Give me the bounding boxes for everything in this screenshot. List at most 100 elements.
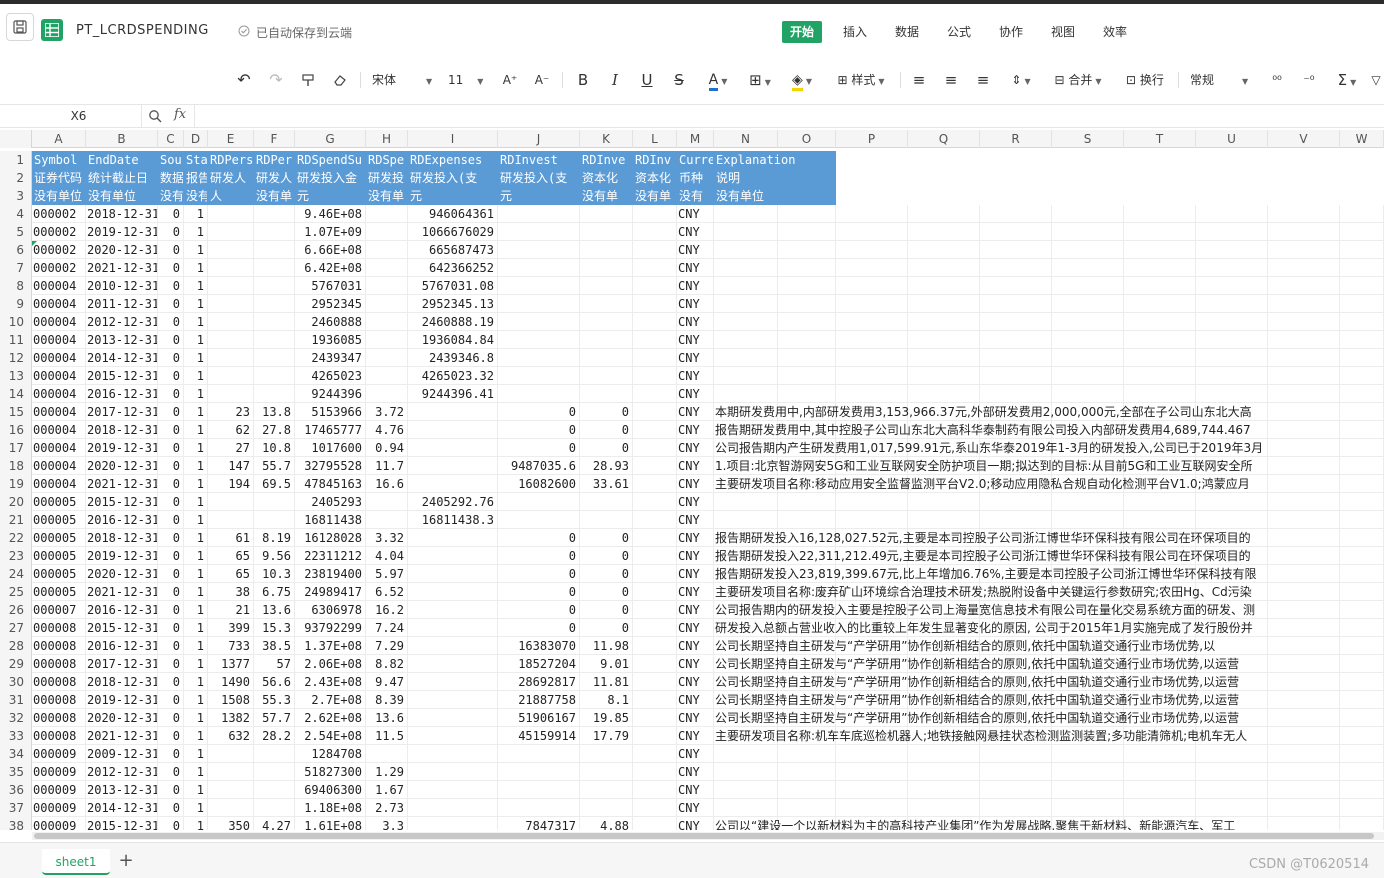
cell-c[interactable]: 0 xyxy=(158,781,184,799)
cell-c[interactable]: 0 xyxy=(158,403,184,421)
cell-i[interactable]: 4265023.32 xyxy=(408,367,498,385)
cell-l[interactable] xyxy=(633,529,677,547)
cell-g[interactable]: 2952345 xyxy=(295,295,366,313)
column-header-a[interactable]: A xyxy=(32,130,86,148)
cell-e[interactable] xyxy=(208,385,254,403)
cell-b[interactable]: 2015-12-31 xyxy=(86,817,158,830)
cell-a[interactable]: 000005 xyxy=(32,565,86,583)
cell-c[interactable]: 0 xyxy=(158,619,184,637)
cell-g[interactable]: 16811438 xyxy=(295,511,366,529)
cell-e[interactable]: 632 xyxy=(208,727,254,745)
row-header[interactable]: 3 xyxy=(0,187,32,205)
cell-f[interactable] xyxy=(254,313,295,331)
cell-b[interactable]: 2015-12-31 xyxy=(86,493,158,511)
cell-d[interactable]: 1 xyxy=(184,403,208,421)
cell-h[interactable] xyxy=(366,349,408,367)
cell-e[interactable] xyxy=(208,259,254,277)
cell-m[interactable]: CNY xyxy=(677,799,714,817)
cell-a[interactable]: 000008 xyxy=(32,619,86,637)
cell-j[interactable]: 7847317 xyxy=(498,817,580,830)
cell-j[interactable]: 0 xyxy=(498,601,580,619)
explanation-cell[interactable]: 公司长期坚持自主研发与“产学研用”协作创新相结合的原则,依托中国轨道交通行业市场… xyxy=(714,673,1384,691)
cell-a[interactable]: 000004 xyxy=(32,349,86,367)
cell-l[interactable] xyxy=(633,763,677,781)
cell-b[interactable]: 2018-12-31 xyxy=(86,205,158,223)
cell-a[interactable]: 000008 xyxy=(32,655,86,673)
cell-m[interactable]: CNY xyxy=(677,277,714,295)
header-cell[interactable]: 没有单 xyxy=(366,187,408,205)
cell-j[interactable]: 0 xyxy=(498,403,580,421)
row-header[interactable]: 18 xyxy=(0,457,32,475)
cell-m[interactable]: CNY xyxy=(677,745,714,763)
explanation-cell[interactable]: 报告期研发投入22,311,212.49元,主要是本司控股子公司浙江博世华环保科… xyxy=(714,547,1384,565)
cell-b[interactable]: 2020-12-31 xyxy=(86,457,158,475)
header-cell[interactable]: 资本化 xyxy=(580,169,633,187)
cell-j[interactable]: 16383070 xyxy=(498,637,580,655)
cell-c[interactable]: 0 xyxy=(158,709,184,727)
row-header[interactable]: 26 xyxy=(0,601,32,619)
explanation-cell[interactable]: 报告期研发费用中,其中控股子公司山东北大高科华泰制药有限公司投入内部研发费用4,… xyxy=(714,421,1384,439)
cell-m[interactable]: CNY xyxy=(677,709,714,727)
cell-i[interactable] xyxy=(408,403,498,421)
align-right-icon[interactable]: ≡ xyxy=(974,70,992,90)
cell-i[interactable] xyxy=(408,583,498,601)
cell-g[interactable]: 5153966 xyxy=(295,403,366,421)
cell-k[interactable] xyxy=(580,781,633,799)
cell-k[interactable] xyxy=(580,205,633,223)
cell-f[interactable]: 57.7 xyxy=(254,709,295,727)
cell-m[interactable]: CNY xyxy=(677,817,714,830)
cell-f[interactable] xyxy=(254,493,295,511)
cell-b[interactable]: 2020-12-31 xyxy=(86,709,158,727)
cell-e[interactable] xyxy=(208,511,254,529)
cell-h[interactable]: 2.73 xyxy=(366,799,408,817)
cell-e[interactable] xyxy=(208,295,254,313)
column-header-v[interactable]: V xyxy=(1268,130,1340,148)
cell-f[interactable]: 13.6 xyxy=(254,601,295,619)
row-header[interactable]: 1 xyxy=(0,151,32,169)
cell-e[interactable] xyxy=(208,349,254,367)
cell-c[interactable]: 0 xyxy=(158,457,184,475)
row-header[interactable]: 11 xyxy=(0,331,32,349)
explanation-cell[interactable]: 公司长期坚持自主研发与“产学研用”协作创新相结合的原则,依托中国轨道交通行业市场… xyxy=(714,637,1384,655)
cell-e[interactable]: 1382 xyxy=(208,709,254,727)
cell-i[interactable] xyxy=(408,475,498,493)
cell-e[interactable] xyxy=(208,367,254,385)
cell-i[interactable] xyxy=(408,745,498,763)
cell-d[interactable]: 1 xyxy=(184,547,208,565)
explanation-cell[interactable]: 1.项目:北京智游网安5G和工业互联网安全防护项目一期;拟达到的目标:从目前5G… xyxy=(714,457,1384,475)
row-header[interactable]: 5 xyxy=(0,223,32,241)
cell-a[interactable]: 000008 xyxy=(32,691,86,709)
cell-m[interactable]: CNY xyxy=(677,331,714,349)
cell-l[interactable] xyxy=(633,475,677,493)
cell-b[interactable]: 2020-12-31 xyxy=(86,241,158,259)
name-box[interactable]: X6 xyxy=(16,105,142,127)
cell-m[interactable]: CNY xyxy=(677,475,714,493)
cell-h[interactable] xyxy=(366,277,408,295)
cell-b[interactable]: 2013-12-31 xyxy=(86,331,158,349)
cell-j[interactable] xyxy=(498,493,580,511)
cell-e[interactable]: 65 xyxy=(208,565,254,583)
header-cell[interactable]: RDInv xyxy=(633,151,677,169)
cell-l[interactable] xyxy=(633,745,677,763)
cell-f[interactable] xyxy=(254,745,295,763)
cell-k[interactable]: 0 xyxy=(580,403,633,421)
cell-f[interactable]: 69.5 xyxy=(254,475,295,493)
cell-g[interactable]: 16128028 xyxy=(295,529,366,547)
cell-k[interactable] xyxy=(580,295,633,313)
cell-g[interactable]: 69406300 xyxy=(295,781,366,799)
cell-d[interactable]: 1 xyxy=(184,511,208,529)
cell-m[interactable]: CNY xyxy=(677,601,714,619)
cell-k[interactable]: 0 xyxy=(580,421,633,439)
header-cell[interactable]: 元 xyxy=(295,187,366,205)
cell-g[interactable]: 22311212 xyxy=(295,547,366,565)
cell-k[interactable] xyxy=(580,277,633,295)
vertical-align-button[interactable]: ⇕ ▼ xyxy=(1006,70,1036,90)
cell-j[interactable]: 0 xyxy=(498,439,580,457)
cell-a[interactable]: 000009 xyxy=(32,817,86,830)
header-cell[interactable]: Curre xyxy=(677,151,714,169)
explanation-cell[interactable]: 主要研发项目名称:机车车底巡检机器人;地铁接触网悬挂状态检测监测装置;多功能清筛… xyxy=(714,727,1384,745)
cell-h[interactable]: 7.24 xyxy=(366,619,408,637)
cell-b[interactable]: 2012-12-31 xyxy=(86,763,158,781)
cell-b[interactable]: 2021-12-31 xyxy=(86,583,158,601)
bold-icon[interactable]: B xyxy=(574,70,592,90)
